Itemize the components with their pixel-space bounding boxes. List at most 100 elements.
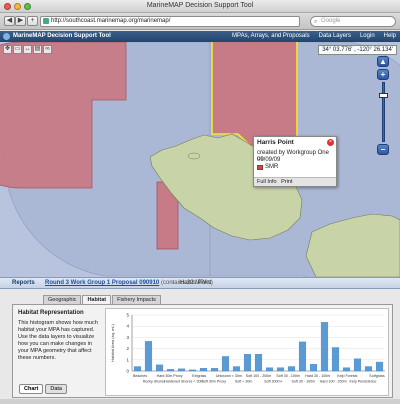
data-view-button[interactable]: Data <box>45 384 67 394</box>
x-tick-label: Soft 30m Proxy <box>201 380 226 384</box>
popup-designation: SMR <box>265 164 279 170</box>
current-mpa: Harris Point <box>180 280 212 286</box>
proposal-name[interactable]: Round 3 Work Group 1 Proposal 090910 <box>45 280 159 286</box>
chart-bar <box>265 367 274 372</box>
breadcrumb-arrow-icon: › <box>172 280 174 286</box>
marinemap-logo-icon <box>3 33 10 40</box>
menu-help[interactable]: Help <box>384 31 396 42</box>
popup-title: Harris Point <box>257 139 294 146</box>
pan-north-button[interactable]: ▲ <box>377 56 389 67</box>
coordinate-readout: 34° 03.776' , -120° 26.134' <box>318 45 397 55</box>
chart-bar <box>144 341 153 372</box>
chart-bar <box>177 368 186 372</box>
title-bar: MarineMAP Decision Support Tool <box>0 0 400 13</box>
chart-bar <box>166 369 175 372</box>
forward-button[interactable]: ▶ <box>15 16 26 26</box>
x-tick-label: Soft 30 - 100m <box>276 374 300 378</box>
chart-bar <box>375 361 384 372</box>
reports-label: Reports <box>12 280 35 286</box>
y-tick-label: 2 <box>126 346 129 351</box>
chart-bar <box>309 364 318 372</box>
search-field[interactable]: ⌕ Google <box>310 16 396 27</box>
zoom-slider-thumb[interactable] <box>378 93 388 98</box>
x-tick-label: Beaches <box>133 374 147 378</box>
link-icon[interactable]: ∞ <box>43 45 52 54</box>
chart-bar <box>364 366 373 372</box>
y-axis-label: Habitat Area (sq. mi.) <box>110 324 115 362</box>
x-tick-label: Surfgrass <box>369 374 385 378</box>
chart-bar <box>331 347 340 372</box>
habitat-chart-svg: Habitat Area (sq. mi.) 0 1 2 3 4 5 Beaches Hard… <box>110 313 385 384</box>
x-tick-label: Soft < 30m <box>235 380 252 384</box>
zoom-in-button[interactable]: + <box>377 69 389 80</box>
browser-toolbar: ◀ ▶ + http://southcoast.marinemap.org/ma… <box>0 13 400 30</box>
x-tick-label: Kelp Persistence <box>350 380 377 384</box>
menu-data-layers[interactable]: Data Layers <box>319 31 351 42</box>
feature-popup: Harris Point × created by Workgroup One … <box>253 136 337 187</box>
tab-geographic[interactable]: Geographic <box>43 295 82 304</box>
zoom-box-icon[interactable]: ▭ <box>13 45 22 54</box>
reload-button[interactable]: + <box>27 16 38 26</box>
chart-bar <box>199 368 208 372</box>
tab-fishery-impacts[interactable]: Fishery Impacts <box>112 295 161 304</box>
chart-bar <box>221 356 230 372</box>
zoom-out-button[interactable]: − <box>377 144 389 155</box>
x-tick-label: Rocky Shores <box>143 380 166 384</box>
chart-bar <box>276 367 285 372</box>
y-tick-label: 0 <box>126 369 129 374</box>
browser-window: MarineMAP Decision Support Tool ◀ ▶ + ht… <box>0 0 400 404</box>
map-canvas[interactable] <box>0 42 400 277</box>
chart-view-button[interactable]: Chart <box>19 384 44 394</box>
pan-icon[interactable]: ✥ <box>3 45 12 54</box>
measure-icon[interactable]: ↔ <box>23 45 32 54</box>
x-tick-label: Soft 100 - 200m <box>246 374 272 378</box>
back-button[interactable]: ◀ <box>4 16 15 26</box>
x-tick-label: Kelp Forests <box>337 374 357 378</box>
map-view[interactable]: ✥ ▭ ↔ ▤ ∞ 34° 03.776' , -120° 26.134' ▲ … <box>0 42 400 277</box>
url-text: http://southcoast.marinemap.org/marinema… <box>51 18 171 24</box>
chart-bar <box>188 369 197 372</box>
chart-bar <box>320 322 329 372</box>
zoom-control: ▲ + − <box>375 56 391 157</box>
y-tick-label: 3 <box>126 335 129 340</box>
habitat-chart: Habitat Area (sq. mi.) 0 1 2 3 4 5 Beaches Hard… <box>105 308 389 396</box>
chart-bar <box>133 366 142 372</box>
y-tick-label: 4 <box>126 324 129 329</box>
chart-bar <box>342 367 351 372</box>
favicon-icon <box>43 18 49 24</box>
search-placeholder: Google <box>321 18 341 24</box>
app-menu: MPAs, Arrays, and Proposals Data Layers … <box>232 31 396 42</box>
report-breadcrumb: Reports Round 3 Work Group 1 Proposal 09… <box>0 277 400 289</box>
popup-date: 09/09/09 <box>257 157 281 163</box>
address-bar[interactable]: http://southcoast.marinemap.org/marinema… <box>40 16 300 27</box>
x-tick-label: Hard 100 - 200m <box>320 380 347 384</box>
search-icon: ⌕ <box>314 19 318 25</box>
designation-swatch <box>257 165 263 170</box>
x-tick-label: Hard 30m Proxy <box>157 374 183 378</box>
popup-close-icon[interactable]: × <box>327 139 334 146</box>
x-tick-label: Soft 200m+ <box>264 380 282 384</box>
habitat-title: Habitat Representation <box>18 310 84 316</box>
view-toggle: Chart Data <box>19 384 67 394</box>
app-title: MarineMAP Decision Support Tool <box>13 33 111 39</box>
chart-bar <box>353 358 362 372</box>
zoom-slider[interactable] <box>378 82 388 142</box>
x-tick-label: Hard 30 - 100m <box>305 374 330 378</box>
chart-bar <box>254 354 263 372</box>
print-icon[interactable]: ▤ <box>33 45 42 54</box>
full-info-link[interactable]: Full Info <box>257 179 277 185</box>
chart-bar <box>232 366 241 372</box>
print-link[interactable]: Print <box>281 179 292 185</box>
menu-login[interactable]: Login <box>360 31 375 42</box>
map-toolbar: ✥ ▭ ↔ ▤ ∞ <box>3 45 52 54</box>
chart-bar <box>210 368 219 372</box>
menu-mpas-arrays-proposals[interactable]: MPAs, Arrays, and Proposals <box>232 31 310 42</box>
chart-bar <box>298 341 307 372</box>
chart-bar <box>243 354 252 372</box>
habitat-panel: Habitat Representation This histogram sh… <box>12 304 393 398</box>
tab-habitat[interactable]: Habitat <box>82 295 112 304</box>
x-tick-label: Unknown < 30m <box>216 374 242 378</box>
habitat-text: This histogram shows how much habitat yo… <box>18 320 98 361</box>
report-tabs: Geographic Habitat Fishery Impacts <box>43 295 161 304</box>
x-tick-label: Hardened Shores < 30m <box>164 380 203 384</box>
